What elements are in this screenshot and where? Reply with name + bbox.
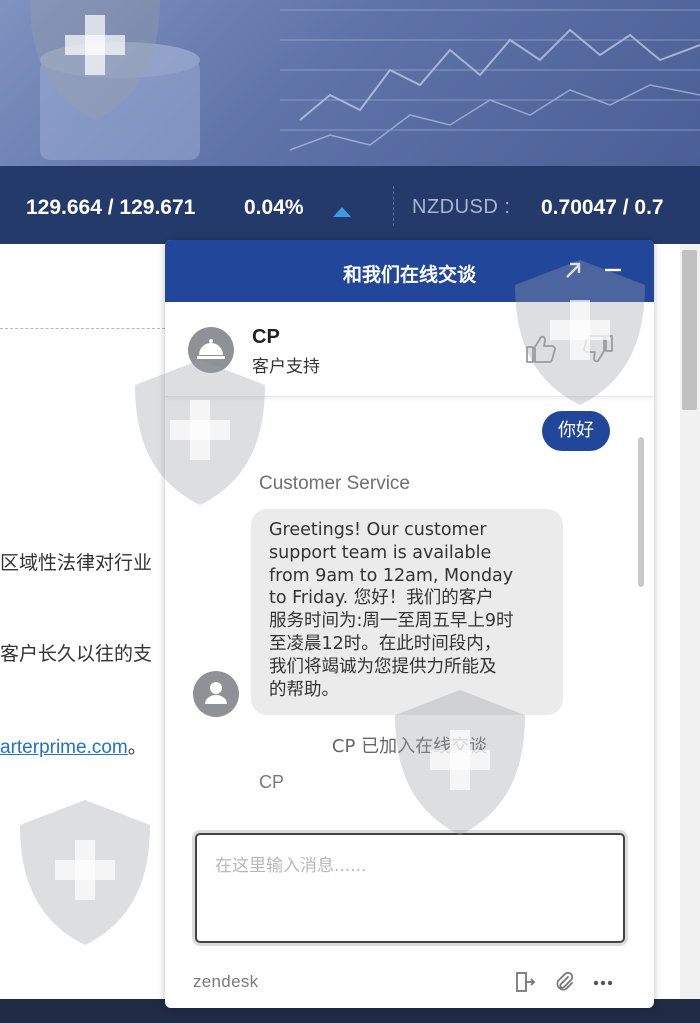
rate-bad-button[interactable] xyxy=(582,332,616,366)
price-ticker: 129.664 / 129.671 0.04% NZDUSD : 0.70047… xyxy=(0,166,700,244)
typing-sender-label: CP xyxy=(259,772,285,792)
agent-avatar xyxy=(188,327,234,373)
exit-door-icon xyxy=(516,972,536,992)
agent-message-line: support team is available xyxy=(269,542,492,563)
system-note: CP 已加入在线交谈 xyxy=(331,736,488,757)
message-avatar xyxy=(193,671,239,717)
agent-message-line: 服务时间为:周一至周五早上9时 xyxy=(269,611,514,632)
ellipsis-icon xyxy=(593,980,613,986)
zendesk-logo[interactable]: zendesk xyxy=(193,972,258,992)
pair1-change: 0.04% xyxy=(244,196,304,219)
thumbs-down-icon xyxy=(583,335,613,363)
chat-header: 和我们在线交谈 xyxy=(165,240,654,302)
agent-message-line: 我们将竭诚为您提供力所能及 xyxy=(269,656,497,677)
minimize-icon xyxy=(605,268,621,272)
page-scrollbar-thumb[interactable] xyxy=(682,250,697,410)
pair2-price: 0.70047 / 0.7 xyxy=(541,196,664,219)
body-text-1: 区域性法律对行业 xyxy=(0,552,153,574)
ticker-divider xyxy=(393,186,394,226)
attach-button[interactable] xyxy=(552,970,576,994)
agent-sender-label: Customer Service xyxy=(259,473,410,494)
user-message: 你好 xyxy=(542,411,610,451)
link-suffix: 。 xyxy=(127,737,147,758)
arrow-up-right-icon xyxy=(566,262,581,278)
agent-name: CP xyxy=(252,326,280,348)
agent-message-line: 的帮助。 xyxy=(269,679,339,700)
agent-info-bar: CP 客户支持 xyxy=(165,302,654,397)
paperclip-icon xyxy=(556,971,574,991)
agent-message: Greetings! Our customer support team is … xyxy=(251,509,563,715)
hero-banner xyxy=(0,0,700,166)
up-arrow-icon xyxy=(333,207,351,217)
expand-button[interactable] xyxy=(559,256,587,284)
person-icon xyxy=(205,682,227,704)
message-list[interactable]: 你好 Customer Service Greetings! Our custo… xyxy=(165,397,654,827)
agent-message-line: to Friday. 您好！我们的客户 xyxy=(269,588,494,609)
website-link[interactable]: arterprime.com xyxy=(0,737,128,758)
chat-widget: 和我们在线交谈 CP 客户支持 你好 Customer Service Gree… xyxy=(165,240,654,1008)
agent-message-line: from 9am to 12am, Monday xyxy=(269,565,514,586)
agent-message-line: 至凌晨12时。在此时间段内， xyxy=(269,633,502,654)
minimize-button[interactable] xyxy=(599,256,627,284)
pair1-price: 129.664 / 129.671 xyxy=(26,196,196,219)
thumbs-up-icon xyxy=(526,335,556,363)
agent-message-line: Greetings! Our customer xyxy=(269,520,487,540)
message-input[interactable] xyxy=(197,835,623,941)
message-scrollbar[interactable] xyxy=(638,437,644,587)
pair2-label: NZDUSD : xyxy=(412,196,511,218)
agent-role: 客户支持 xyxy=(252,357,320,377)
divider xyxy=(0,328,170,329)
rate-good-button[interactable] xyxy=(523,332,557,366)
more-options-button[interactable] xyxy=(591,970,615,994)
body-text-2: 客户长久以往的支 xyxy=(0,643,153,665)
chat-footer: zendesk xyxy=(165,962,654,1008)
concierge-bell-icon xyxy=(197,339,225,359)
message-composer xyxy=(195,833,625,943)
stock-chart-graphic xyxy=(40,9,700,160)
end-chat-button[interactable] xyxy=(513,970,537,994)
